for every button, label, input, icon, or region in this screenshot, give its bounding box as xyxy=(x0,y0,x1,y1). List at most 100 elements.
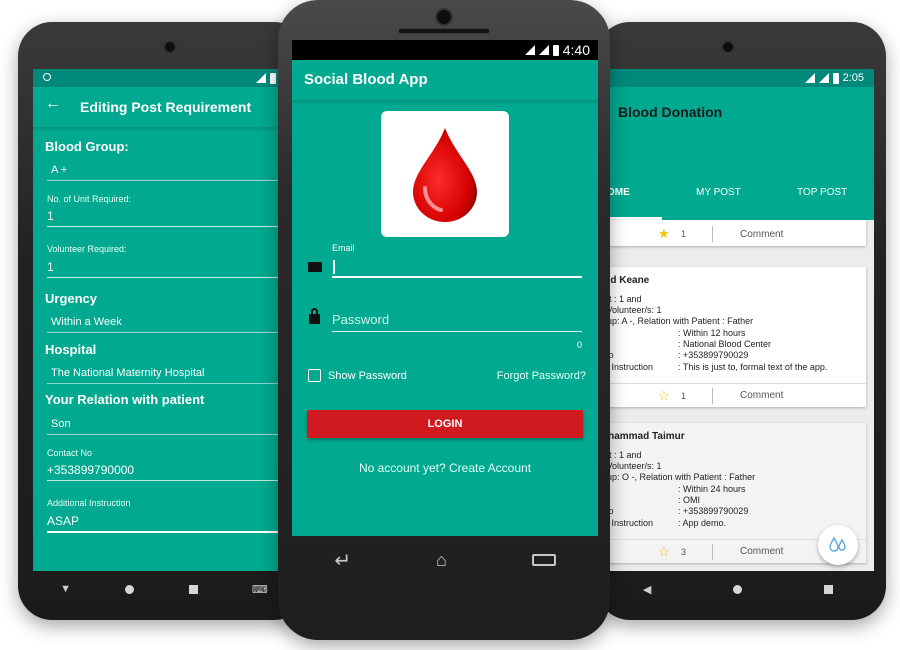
front-camera xyxy=(435,8,453,26)
card-line: : +353899790029 xyxy=(678,350,749,360)
logo xyxy=(381,111,509,237)
password-placeholder: Password xyxy=(332,312,390,327)
status-time: 2:05 xyxy=(842,72,864,84)
keyboard-icon[interactable]: ⌨ xyxy=(252,583,268,596)
volunteer-input[interactable]: 1 xyxy=(47,260,295,278)
star-count: 3 xyxy=(681,546,687,557)
recents-square-icon[interactable] xyxy=(824,584,834,594)
tab-bar: OME MY POST TOP POST xyxy=(602,175,874,220)
blood-group-select[interactable]: A + xyxy=(47,164,295,181)
instruction-input[interactable]: ASAP xyxy=(47,514,295,533)
nav-bar: ↵ ⌂ xyxy=(292,536,598,584)
card-line: l Volunteer/s: 1 xyxy=(602,461,662,471)
mail-icon xyxy=(308,262,322,272)
front-camera xyxy=(721,40,735,54)
status-bar: 2 xyxy=(33,69,295,87)
create-account-link[interactable]: No account yet? Create Account xyxy=(292,461,598,475)
text-cursor xyxy=(333,260,335,274)
back-arrow-icon[interactable]: ← xyxy=(45,95,61,113)
back-triangle-icon[interactable]: ▼ xyxy=(60,583,71,595)
wifi-icon xyxy=(524,45,535,55)
battery-icon xyxy=(270,72,277,84)
right-phone: 2:05 Blood Donation OME MY POST TOP POST… xyxy=(596,22,886,620)
home-circle-icon[interactable] xyxy=(125,584,135,594)
card-line: : +353899790029 xyxy=(678,506,749,516)
card-line: : OMI xyxy=(678,495,700,505)
star-count: 1 xyxy=(681,229,687,239)
tab-top-post[interactable]: TOP POST xyxy=(797,187,847,198)
page-title: Editing Post Requirement xyxy=(80,99,252,115)
card-line: : Within 12 hours xyxy=(678,328,746,338)
app-header: Blood Donation OME MY POST TOP POST xyxy=(602,87,874,220)
lock-icon xyxy=(309,308,320,324)
hospital-select[interactable]: The National Maternity Hospital xyxy=(47,367,295,384)
recents-icon[interactable] xyxy=(531,554,556,566)
home-icon[interactable]: ⌂ xyxy=(436,550,447,571)
urgency-value: Within a Week xyxy=(51,316,122,328)
email-label: Email xyxy=(332,243,355,253)
back-triangle-icon[interactable]: ◀ xyxy=(643,583,651,596)
app-title: Social Blood App xyxy=(304,71,428,88)
comment-button[interactable]: Comment xyxy=(740,229,783,240)
card-line: : National Blood Center xyxy=(678,339,772,349)
star-outline-icon[interactable]: ☆ xyxy=(658,544,670,560)
center-screen: 4:40 Social Blood App Email Password 0 S… xyxy=(292,40,598,536)
contact-input[interactable]: +353899790000 xyxy=(47,463,295,481)
divider xyxy=(712,388,713,404)
relation-value: Son xyxy=(51,418,71,430)
volunteer-label: Volunteer Required: xyxy=(47,244,127,254)
nav-bar: ▼ ⌨ xyxy=(33,571,295,607)
app-bar: ← Editing Post Requirement xyxy=(33,87,295,127)
units-input[interactable]: 1 xyxy=(47,209,295,227)
relation-select[interactable]: Son xyxy=(47,418,295,435)
urgency-label: Urgency xyxy=(45,291,98,306)
units-label: No. of Unit Required: xyxy=(47,194,132,204)
left-screen: 2 ← Editing Post Requirement Blood Group… xyxy=(33,69,295,571)
blood-drop-fab[interactable] xyxy=(818,525,858,565)
comment-button[interactable]: Comment xyxy=(740,546,783,557)
show-password-label[interactable]: Show Password xyxy=(328,370,407,382)
card-footer: ☆ 1 Comment xyxy=(602,383,866,407)
home-circle-icon[interactable] xyxy=(733,584,743,594)
star-outline-icon[interactable]: ☆ xyxy=(658,388,670,404)
card-line: : App demo. xyxy=(678,518,727,528)
hospital-label: Hospital xyxy=(45,342,97,357)
list-item[interactable]: ★ 1 Comment xyxy=(602,220,866,246)
password-counter: 0 xyxy=(576,340,582,350)
water-drops-icon xyxy=(829,536,846,552)
blood-group-value: A + xyxy=(51,164,68,176)
front-camera xyxy=(163,40,177,54)
password-input[interactable]: Password xyxy=(332,310,582,332)
card-line: oup: O -, Relation with Patient : Father xyxy=(602,472,756,482)
tab-home[interactable]: OME xyxy=(607,187,630,198)
card-line: oup: A -, Relation with Patient : Father xyxy=(602,316,754,326)
back-arrow-icon[interactable]: ↵ xyxy=(334,548,351,573)
page-title: Blood Donation xyxy=(618,104,723,120)
poster-name: uhammad Taimur xyxy=(602,431,685,442)
star-icon[interactable]: ★ xyxy=(658,226,670,242)
login-button[interactable]: LOGIN xyxy=(307,410,583,438)
email-input[interactable] xyxy=(332,256,582,278)
battery-icon xyxy=(832,72,839,84)
tab-my-post[interactable]: MY POST xyxy=(696,187,741,198)
wifi-icon xyxy=(256,73,267,83)
app-bar: Social Blood App xyxy=(292,60,598,100)
show-password-checkbox[interactable] xyxy=(308,369,321,382)
divider xyxy=(712,544,713,560)
comment-button[interactable]: Comment xyxy=(740,390,783,401)
card-line: : Within 24 hours xyxy=(678,484,746,494)
center-phone: 4:40 Social Blood App Email Password 0 S… xyxy=(278,0,610,640)
recents-square-icon[interactable] xyxy=(188,584,198,594)
instruction-label: Additional Instruction xyxy=(47,498,131,508)
card-line: : This is just to, formal text of the ap… xyxy=(678,362,828,372)
hospital-value: The National Maternity Hospital xyxy=(51,367,205,379)
status-time: 4:40 xyxy=(562,42,590,58)
wifi-icon xyxy=(804,73,815,83)
contact-label: Contact No xyxy=(47,448,93,458)
urgency-select[interactable]: Within a Week xyxy=(47,316,295,333)
list-item[interactable]: vid Keane nit : 1 and l Volunteer/s: 1 o… xyxy=(602,267,866,407)
relation-label: Your Relation with patient xyxy=(45,392,205,407)
forgot-password-link[interactable]: Forgot Password? xyxy=(497,370,586,382)
card-footer: ★ 1 Comment xyxy=(602,222,866,246)
divider xyxy=(712,226,713,242)
